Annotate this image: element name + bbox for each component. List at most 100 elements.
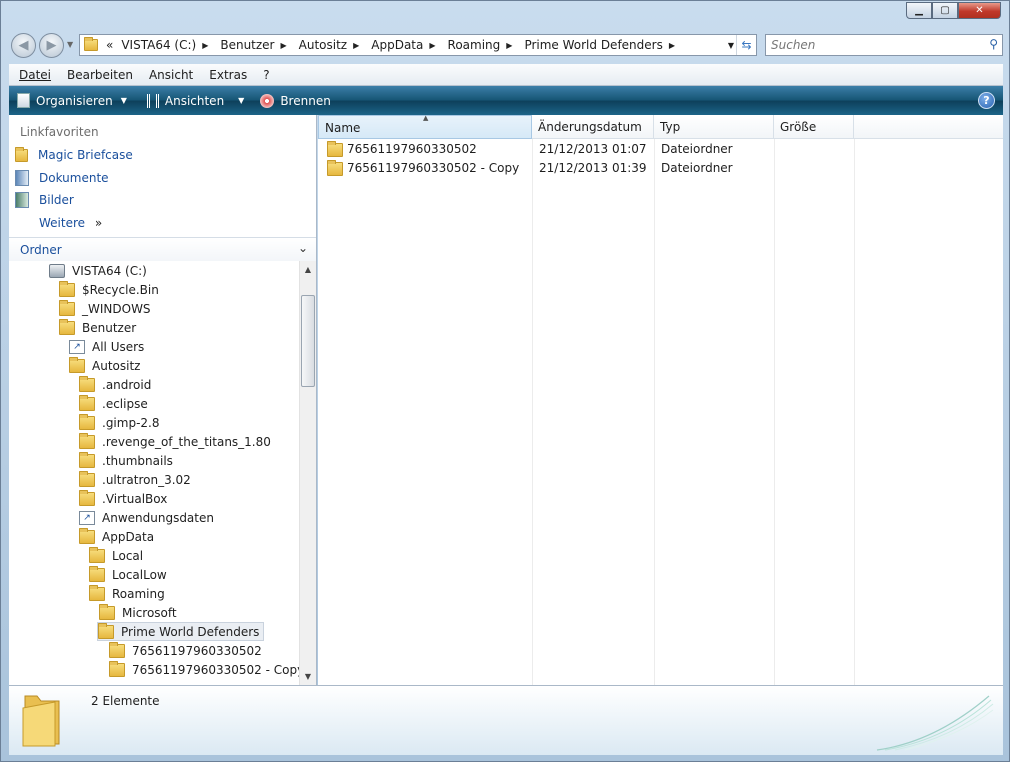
help-icon[interactable]: ?: [978, 92, 995, 109]
tree-item[interactable]: .android: [79, 375, 151, 394]
tree-item[interactable]: VISTA64 (C:): [49, 261, 147, 280]
file-row[interactable]: 76561197960330502 21/12/2013 01:07 Datei…: [318, 140, 1003, 159]
collapse-chevron-icon[interactable]: ⌄: [298, 241, 308, 255]
tree-item[interactable]: .eclipse: [79, 394, 148, 413]
menu-bearbeiten[interactable]: Bearbeiten: [67, 68, 133, 82]
tree-item-selected[interactable]: Prime World Defenders: [97, 622, 265, 641]
close-button[interactable]: ✕: [958, 2, 1001, 19]
folder-icon: [15, 146, 28, 162]
tree-item[interactable]: 76561197960330502: [109, 641, 262, 660]
folder-icon: [79, 527, 95, 544]
menu-extras[interactable]: Extras: [209, 68, 247, 82]
column-header-size[interactable]: Größe: [774, 115, 854, 139]
drive-icon: [49, 263, 65, 278]
file-type: Dateiordner: [661, 142, 733, 156]
scroll-up-icon[interactable]: ▲: [300, 261, 316, 278]
folder-icon: [79, 394, 95, 411]
folder-icon: [69, 356, 85, 373]
search-icon[interactable]: ⚲: [989, 37, 998, 51]
tree-item[interactable]: Benutzer: [59, 318, 136, 337]
chevron-right-icon[interactable]: ▶: [353, 41, 359, 50]
tree-item[interactable]: ↗ All Users: [69, 337, 144, 356]
chevron-right-icon[interactable]: ▶: [281, 41, 287, 50]
tree-item[interactable]: 76561197960330502 - Copy: [109, 660, 299, 679]
folder-icon: [22, 695, 60, 747]
refresh-icon[interactable]: ⇆: [736, 35, 756, 55]
tree-item[interactable]: Roaming: [89, 584, 165, 603]
column-header-type[interactable]: Typ: [654, 115, 774, 139]
folder-icon: [327, 159, 343, 176]
tree-item[interactable]: $Recycle.Bin: [59, 280, 159, 299]
tree-item[interactable]: .revenge_of_the_titans_1.80: [79, 432, 271, 451]
breadcrumb-item[interactable]: VISTA64 (C:) ▶: [121, 38, 214, 52]
favorite-link[interactable]: Magic Briefcase: [15, 146, 133, 162]
file-name: 76561197960330502 - Copy: [347, 161, 520, 175]
back-button[interactable]: ◀: [11, 33, 36, 58]
folder-icon: [109, 660, 125, 677]
burn-button[interactable]: Brennen: [260, 93, 331, 108]
chevron-down-icon: ▼: [238, 96, 245, 105]
tree-item[interactable]: LocalLow: [89, 565, 167, 584]
caption-buttons: ▁ ▢ ✕: [906, 2, 1001, 19]
tree-item[interactable]: .gimp-2.8: [79, 413, 160, 432]
tree-scrollbar[interactable]: ▲ ▼: [299, 261, 316, 685]
chevron-right-icon[interactable]: ▶: [669, 41, 675, 50]
favorite-link[interactable]: Dokumente: [15, 170, 109, 186]
chevron-right-icon[interactable]: ▶: [202, 41, 208, 50]
breadcrumb-item[interactable]: Prime World Defenders ▶: [524, 38, 681, 52]
organize-icon: [17, 93, 30, 108]
breadcrumb-item[interactable]: Roaming ▶: [448, 38, 519, 52]
breadcrumb-item[interactable]: AppData ▶: [371, 38, 441, 52]
tree-item[interactable]: .ultratron_3.02: [79, 470, 191, 489]
navigation-pane: Linkfavoriten Magic Briefcase Dokumente …: [9, 115, 317, 685]
address-bar[interactable]: « VISTA64 (C:) ▶ Benutzer ▶ Autositz ▶ AppD…: [79, 34, 757, 56]
folder-icon: [327, 140, 343, 157]
tree-item[interactable]: Autositz: [69, 356, 140, 375]
tree-item[interactable]: Microsoft: [99, 603, 177, 622]
tree-item[interactable]: .thumbnails: [79, 451, 173, 470]
folder-icon: [98, 622, 114, 639]
folder-icon: [79, 451, 95, 468]
maximize-button[interactable]: ▢: [932, 2, 958, 19]
folder-icon: [79, 375, 95, 392]
tree-item[interactable]: AppData: [79, 527, 154, 546]
breadcrumb-item[interactable]: Autositz ▶: [299, 38, 366, 52]
tree-item[interactable]: _WINDOWS: [59, 299, 151, 318]
column-header-date[interactable]: Änderungsdatum: [532, 115, 654, 139]
scroll-down-icon[interactable]: ▼: [300, 668, 316, 685]
menu-datei[interactable]: Datei: [19, 68, 51, 82]
chevron-right-icon[interactable]: ▶: [506, 41, 512, 50]
column-header-row: ▲ Name Änderungsdatum Typ Größe: [318, 114, 1003, 139]
tree-item[interactable]: .VirtualBox: [79, 489, 167, 508]
path-overflow[interactable]: «: [106, 38, 113, 52]
more-favorites-link[interactable]: Weitere »: [39, 216, 102, 230]
folder-icon: [89, 546, 105, 563]
forward-arrow-icon: ▶: [46, 38, 57, 53]
folder-icon: [59, 280, 75, 297]
back-arrow-icon: ◀: [18, 38, 29, 53]
minimize-button[interactable]: ▁: [906, 2, 932, 19]
column-header-name[interactable]: ▲ Name: [318, 114, 532, 139]
folders-header[interactable]: Ordner ⌄: [9, 237, 316, 261]
pictures-icon: [15, 192, 29, 208]
tree-item[interactable]: Local: [89, 546, 143, 565]
chevron-right-icon[interactable]: ▶: [429, 41, 435, 50]
favorite-link[interactable]: Bilder: [15, 192, 74, 208]
item-count: 2 Elemente: [91, 694, 160, 708]
address-dropdown-icon[interactable]: ▼: [728, 41, 734, 50]
folder-icon: [79, 413, 95, 430]
forward-button[interactable]: ▶: [39, 33, 64, 58]
menu-help[interactable]: ?: [263, 68, 269, 82]
menu-ansicht[interactable]: Ansicht: [149, 68, 193, 82]
folder-icon: [84, 37, 98, 51]
recent-pages-dropdown[interactable]: ▼: [67, 40, 73, 49]
scrollbar-thumb[interactable]: [301, 295, 315, 387]
views-button[interactable]: Ansichten ▼: [146, 93, 245, 108]
organize-button[interactable]: Organisieren ▼: [17, 93, 127, 108]
file-row[interactable]: 76561197960330502 - Copy 21/12/2013 01:3…: [318, 159, 1003, 178]
favorites-header: Linkfavoriten: [20, 125, 99, 139]
tree-item[interactable]: ↗ Anwendungsdaten: [79, 508, 214, 527]
chevron-down-icon: ▼: [120, 96, 127, 105]
search-input[interactable]: Suchen ⚲: [765, 34, 1003, 56]
breadcrumb-item[interactable]: Benutzer ▶: [220, 38, 292, 52]
